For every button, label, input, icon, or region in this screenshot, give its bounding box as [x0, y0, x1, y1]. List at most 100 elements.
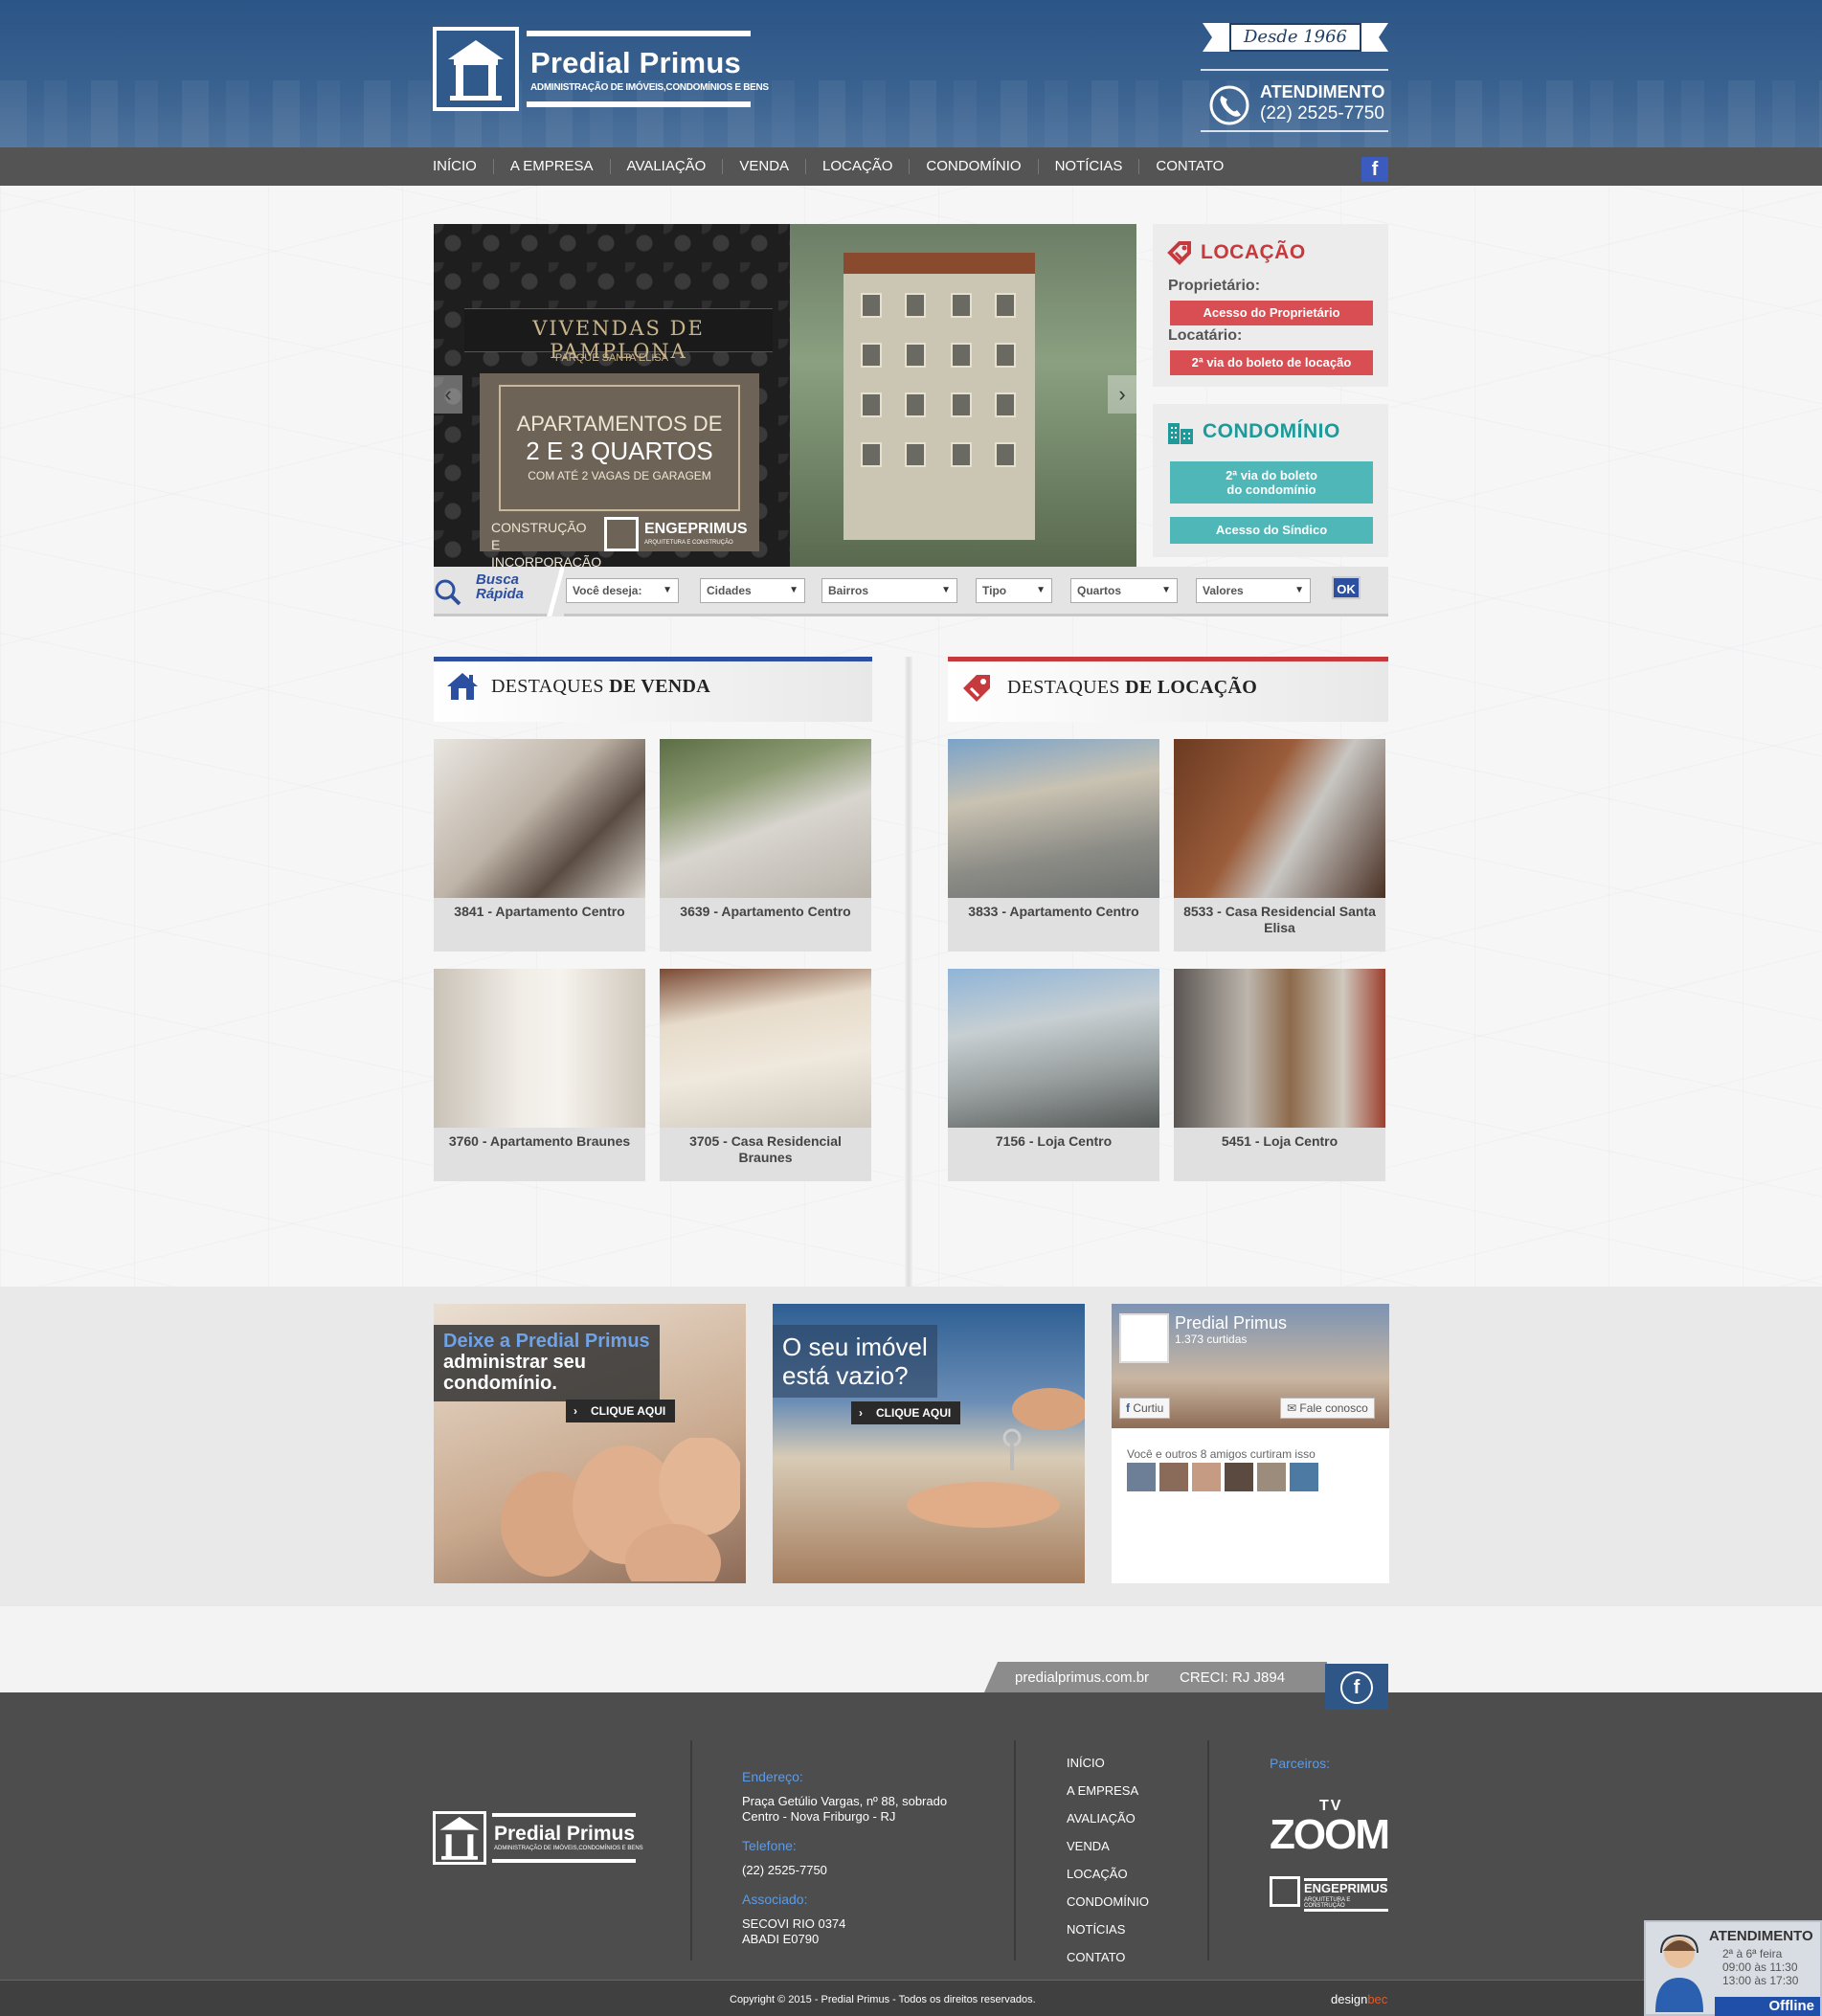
listing-title: 7156 - Loja Centro [995, 1133, 1113, 1149]
clique-aqui-button[interactable]: › CLIQUE AQUI [566, 1400, 676, 1422]
listing-card-venda-2[interactable]: 3639 - Apartamento Centro [660, 739, 871, 952]
footer-nav: INÍCIO A EMPRESA AVALIAÇÃO VENDA LOCAÇÃO… [1067, 1756, 1149, 1978]
slider-prev-button[interactable]: ‹ [434, 375, 462, 414]
column-divider [905, 657, 912, 1346]
listing-card-locacao-3[interactable]: 7156 - Loja Centro [948, 969, 1159, 1181]
listing-photo [660, 969, 871, 1128]
footer-link-inicio[interactable]: INÍCIO [1067, 1756, 1149, 1783]
main-nav: INÍCIO A EMPRESA AVALIAÇÃO VENDA LOCAÇÃO… [0, 147, 1822, 186]
building-illustration [844, 253, 1035, 540]
search-ok-button[interactable]: OK [1332, 576, 1361, 599]
listing-card-locacao-2[interactable]: 8533 - Casa Residencial Santa Elisa [1174, 739, 1385, 952]
friend-avatar[interactable] [1257, 1463, 1286, 1491]
listing-card-locacao-4[interactable]: 5451 - Loja Centro [1174, 969, 1385, 1181]
select-quartos[interactable]: Quartos ▼ [1070, 578, 1178, 603]
hero-slider[interactable]: VIVENDAS DE PAMPLONA PARQUE SANTA ELISA … [434, 224, 1136, 567]
tag-key-icon [963, 675, 990, 702]
site-logo[interactable]: Predial Primus ADMINISTRAÇÃO DE IMÓVEIS,… [433, 27, 769, 111]
site-url[interactable]: predialprimus.com.br [1015, 1669, 1149, 1686]
acesso-sindico-button[interactable]: Acesso do Síndico [1170, 517, 1373, 544]
facebook-message-button[interactable]: ✉ Fale conosco [1280, 1398, 1375, 1419]
dropdown-arrow-icon: ▼ [789, 585, 799, 595]
nav-item-inicio[interactable]: INÍCIO [433, 159, 493, 174]
nav-item-noticias[interactable]: NOTÍCIAS [1037, 159, 1139, 174]
friend-avatar[interactable] [1192, 1463, 1221, 1491]
footer-contact-info: Endereço: Praça Getúlio Vargas, nº 88, s… [742, 1769, 947, 1960]
house-icon [447, 673, 478, 700]
listing-card-venda-3[interactable]: 3760 - Apartamento Braunes [434, 969, 645, 1181]
friend-avatar[interactable] [1225, 1463, 1253, 1491]
condominio-title: CONDOMÍNIO [1203, 420, 1340, 442]
listing-card-venda-1[interactable]: 3841 - Apartamento Centro [434, 739, 645, 952]
promo-imovel-vazio-banner[interactable]: O seu imóvel está vazio? › CLIQUE AQUI [773, 1304, 1085, 1583]
nav-items: INÍCIO A EMPRESA AVALIAÇÃO VENDA LOCAÇÃO… [433, 147, 1240, 186]
listing-card-locacao-1[interactable]: 3833 - Apartamento Centro [948, 739, 1159, 952]
footer-facebook-button[interactable]: f [1325, 1664, 1388, 1710]
endereco-label: Endereço: [742, 1769, 803, 1784]
nav-item-locacao[interactable]: LOCAÇÃO [805, 159, 909, 174]
footer-link-contato[interactable]: CONTATO [1067, 1950, 1149, 1978]
select-cidades[interactable]: Cidades ▼ [700, 578, 805, 603]
select-tipo[interactable]: Tipo ▼ [976, 578, 1052, 603]
site-header: Predial Primus ADMINISTRAÇÃO DE IMÓVEIS,… [0, 0, 1822, 147]
facebook-friends-text: Você e outros 8 amigos curtiram isso [1127, 1447, 1316, 1461]
nav-item-condominio[interactable]: CONDOMÍNIO [909, 159, 1037, 174]
facebook-cover-photo: Predial Primus 1.373 curtidas f Curtiu ✉… [1112, 1304, 1389, 1428]
tv-zoom-logo[interactable]: TV ZOOM [1270, 1798, 1394, 1865]
boleto-locacao-button[interactable]: 2ª via do boleto de locação [1170, 350, 1373, 375]
footer-link-avaliacao[interactable]: AVALIAÇÃO [1067, 1811, 1149, 1839]
facebook-page-avatar[interactable] [1119, 1313, 1169, 1363]
site-info-strip: predialprimus.com.br CRECI: RJ J894 [984, 1662, 1327, 1692]
ribbon-right-end [1360, 23, 1388, 52]
search-icon [435, 579, 461, 606]
engeprimus-house-icon [1270, 1876, 1300, 1907]
footer-link-condominio[interactable]: CONDOMÍNIO [1067, 1894, 1149, 1922]
slider-next-button[interactable]: › [1108, 375, 1136, 414]
friend-avatar[interactable] [1159, 1463, 1188, 1491]
engeprimus-partner-logo[interactable]: ENGEPRIMUS ARQUITETURA E CONSTRUÇÃO [1270, 1876, 1388, 1912]
listing-card-venda-4[interactable]: 3705 - Casa Residencial Braunes [660, 969, 871, 1181]
dropdown-arrow-icon: ▼ [941, 585, 951, 595]
site-footer: Predial Primus ADMINISTRAÇÃO DE IMÓVEIS,… [0, 1692, 1822, 1980]
facebook-icon[interactable]: f [1361, 157, 1388, 182]
select-bairros[interactable]: Bairros ▼ [821, 578, 957, 603]
footer-link-venda[interactable]: VENDA [1067, 1839, 1149, 1867]
building-icon [1168, 423, 1193, 444]
friend-avatar[interactable] [1127, 1463, 1156, 1491]
listing-photo [1174, 969, 1385, 1128]
nav-item-avaliacao[interactable]: AVALIAÇÃO [609, 159, 723, 174]
chevron-right-icon: › [859, 1406, 863, 1420]
footer-link-a-empresa[interactable]: A EMPRESA [1067, 1783, 1149, 1811]
associado-text: SECOVI RIO 0374 ABADI E0790 [742, 1916, 846, 1946]
designbec-credit[interactable]: designbec [1331, 1992, 1387, 2006]
facebook-page-name[interactable]: Predial Primus [1175, 1313, 1287, 1333]
footer-link-locacao[interactable]: LOCAÇÃO [1067, 1867, 1149, 1894]
destaques-venda-header: DESTAQUES DE VENDA [434, 657, 872, 722]
logo-name: Predial Primus [530, 46, 741, 79]
footer-logo[interactable]: Predial Primus ADMINISTRAÇÃO DE IMÓVEIS,… [433, 1811, 643, 1867]
friend-avatar[interactable] [1290, 1463, 1318, 1491]
acesso-proprietario-button[interactable]: Acesso do Proprietário [1170, 301, 1373, 325]
footer-link-noticias[interactable]: NOTÍCIAS [1067, 1922, 1149, 1950]
listing-title: 3760 - Apartamento Braunes [448, 1133, 631, 1149]
listing-title: 8533 - Casa Residencial Santa Elisa [1183, 904, 1376, 935]
slide-building-image [790, 224, 1136, 567]
facebook-likes-count: 1.373 curtidas [1175, 1333, 1248, 1346]
creci-text: CRECI: RJ J894 [1180, 1669, 1286, 1686]
chat-widget[interactable]: ATENDIMENTO 2ª à 6ª feira 09:00 às 11:30… [1644, 1920, 1822, 2016]
header-phone[interactable]: (22) 2525-7750 [1260, 103, 1384, 124]
chevron-right-icon: › [574, 1404, 577, 1418]
facebook-like-button[interactable]: f Curtiu [1119, 1398, 1171, 1419]
promo-condominio-banner[interactable]: Deixe a Predial Primus administrar seu c… [434, 1304, 746, 1583]
nav-item-contato[interactable]: CONTATO [1138, 159, 1240, 174]
nav-item-venda[interactable]: VENDA [722, 159, 805, 174]
listing-title: 3833 - Apartamento Centro [968, 904, 1139, 919]
boleto-condominio-button[interactable]: 2ª via do boleto do condomínio [1170, 461, 1373, 504]
nav-item-a-empresa[interactable]: A EMPRESA [492, 159, 610, 174]
locacao-title: LOCAÇÃO [1201, 241, 1306, 263]
locacao-box: LOCAÇÃO Proprietário: Acesso do Propriet… [1153, 224, 1388, 387]
select-voce-deseja[interactable]: Você deseja: ▼ [566, 578, 679, 603]
engeprimus-logo: ENGEPRIMUS ARQUITETURA E CONSTRUÇÃO [604, 517, 748, 555]
select-valores[interactable]: Valores ▼ [1196, 578, 1311, 603]
header-contact: ATENDIMENTO (22) 2525-7750 [1201, 69, 1388, 132]
